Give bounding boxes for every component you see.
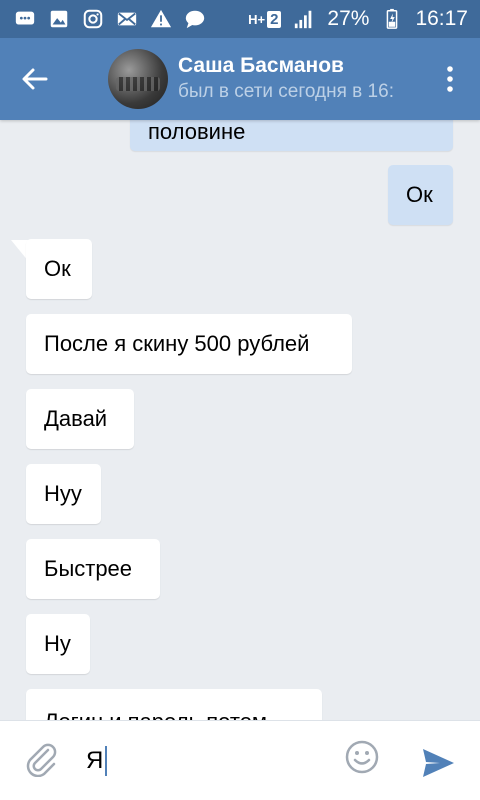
message-text: После я скину 500 рублей <box>44 331 310 356</box>
network-label: H+ <box>248 11 266 27</box>
more-options-button[interactable] <box>440 64 460 94</box>
notification-icons <box>14 8 206 30</box>
message-input[interactable]: Я <box>86 741 326 781</box>
text-cursor <box>105 746 108 776</box>
mail-icon <box>116 8 138 30</box>
message-bubble-in[interactable]: Давай <box>26 389 134 449</box>
message-bubble-in[interactable]: После я скину 500 рублей <box>26 314 352 374</box>
message-input-value: Я <box>86 747 104 774</box>
attach-button[interactable] <box>24 741 60 778</box>
message-text: Ок <box>406 182 433 207</box>
emoji-button[interactable] <box>344 739 380 775</box>
message-text: Ну <box>44 631 71 656</box>
message-icon <box>184 8 206 30</box>
message-text: Ок <box>44 256 71 281</box>
warning-icon <box>150 8 172 30</box>
message-bubble-in[interactable]: Нуу <box>26 464 101 524</box>
more-vertical-icon <box>447 66 453 92</box>
sim-number: 2 <box>267 10 282 28</box>
paperclip-icon <box>26 743 57 778</box>
gallery-icon <box>48 8 70 30</box>
battery-level: 27% <box>327 7 370 30</box>
composer-bar: Я <box>0 720 480 800</box>
contact-status: был в сети сегодня в 16: <box>178 81 394 102</box>
contact-info[interactable]: Саша Басманов был в сети сегодня в 16: <box>178 53 408 105</box>
message-text: Нуу <box>44 481 82 506</box>
message-bubble-in[interactable]: Логин и пароль потом <box>26 689 322 720</box>
message-text: Логин и пароль потом <box>44 709 267 720</box>
message-text: Быстрее <box>44 556 133 581</box>
send-button[interactable] <box>420 745 456 781</box>
status-bar: H+ 2 27% 16:17 <box>0 0 480 38</box>
back-button[interactable] <box>0 38 70 120</box>
message-bubble-in[interactable]: Ок <box>26 239 92 299</box>
chat-screen: H+ 2 27% 16:17 Саша Басманов был в сети … <box>0 0 480 800</box>
signal-icon <box>293 8 315 30</box>
message-bubble-in[interactable]: Ну <box>26 614 90 674</box>
message-bubble-out[interactable]: Ок <box>388 165 453 225</box>
clock: 16:17 <box>415 7 468 30</box>
emoji-icon <box>345 740 379 774</box>
message-list[interactable]: половине Ок Ок После я скину 500 рублей … <box>0 120 480 720</box>
chat-header: Саша Басманов был в сети сегодня в 16: <box>0 38 480 120</box>
battery-icon <box>381 8 403 30</box>
system-indicators: H+ 2 27% 16:17 <box>248 7 468 31</box>
message-bubble-in[interactable]: Быстрее <box>26 539 160 599</box>
message-text: Давай <box>44 406 108 431</box>
message-bubble-out[interactable]: половине <box>130 120 453 151</box>
contact-name: Саша Басманов <box>178 54 344 77</box>
network-indicator: H+ 2 <box>248 10 282 28</box>
avatar[interactable] <box>108 49 168 109</box>
chat-icon <box>14 8 36 30</box>
arrow-left-icon <box>22 68 48 90</box>
send-icon <box>423 749 454 777</box>
message-text: половине <box>148 120 246 144</box>
instagram-icon <box>82 8 104 30</box>
